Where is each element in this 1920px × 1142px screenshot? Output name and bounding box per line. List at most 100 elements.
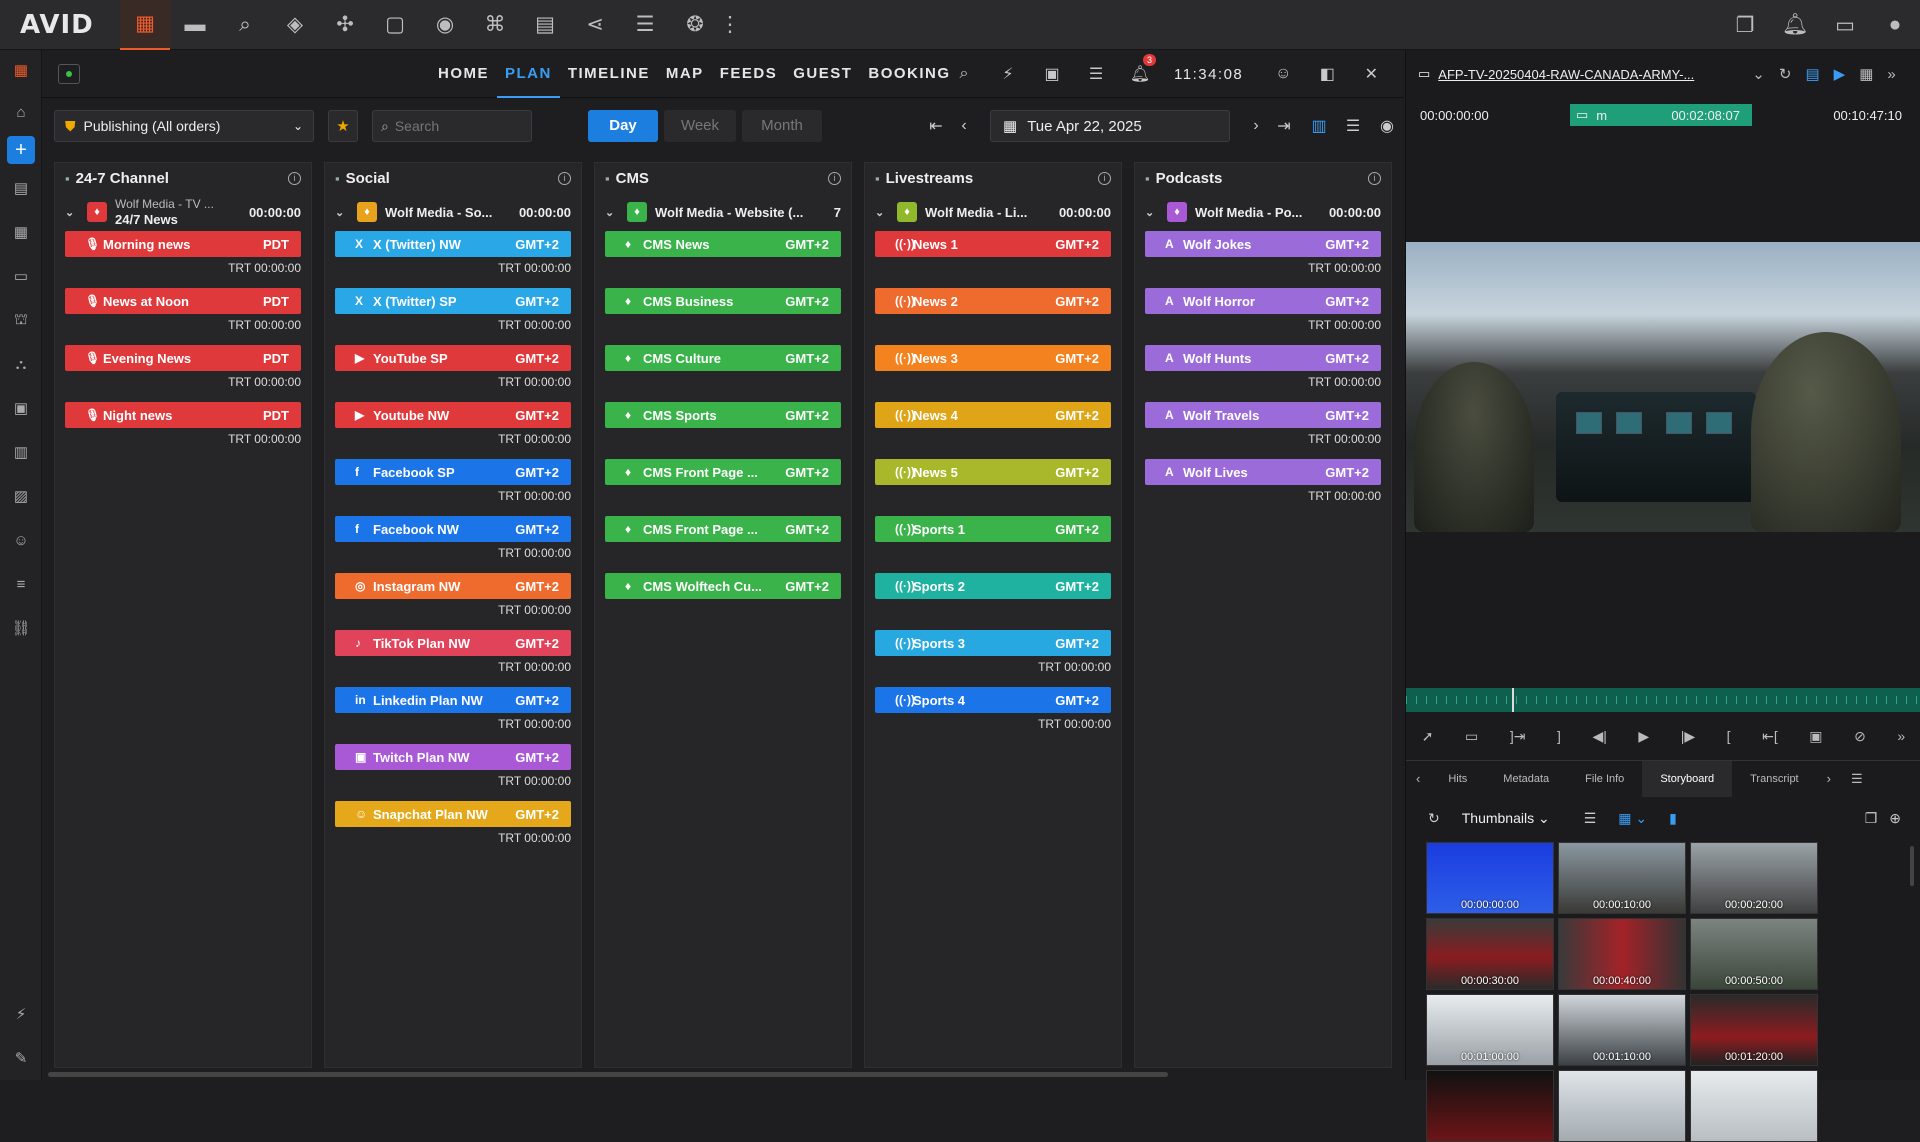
inbox-icon[interactable]: ▭ bbox=[1820, 0, 1870, 50]
split-icon[interactable]: ▦ bbox=[1859, 65, 1873, 83]
prev-day-icon[interactable]: ‹ bbox=[950, 117, 978, 135]
home-icon[interactable]: ⌂ bbox=[0, 90, 42, 134]
playhead[interactable] bbox=[1512, 688, 1514, 712]
mark-out-icon[interactable]: ] bbox=[1557, 728, 1561, 744]
tab-transcript[interactable]: Transcript bbox=[1732, 773, 1817, 785]
video-frame[interactable] bbox=[1406, 242, 1920, 532]
layout-icon[interactable]: ◧ bbox=[1305, 64, 1349, 84]
plan-item-news-3[interactable]: ((·)) News 3 GMT+2 bbox=[875, 345, 1111, 371]
group-row[interactable]: ⌄ ♦ Wolf Media - Website (... 7 bbox=[595, 193, 851, 231]
mark-in-icon[interactable]: [ bbox=[1727, 728, 1731, 744]
plan-item-youtube-nw[interactable]: ▶ Youtube NW GMT+2 bbox=[335, 402, 571, 428]
storyboard-thumbnail[interactable]: 00:00:10:00 bbox=[1558, 842, 1686, 914]
record-icon[interactable]: ◉ bbox=[420, 0, 470, 50]
folder-icon[interactable]: ▬ bbox=[170, 0, 220, 50]
nav-search-icon[interactable]: ⌕ bbox=[942, 65, 986, 83]
app-plan-icon[interactable]: ▦ bbox=[0, 50, 42, 90]
storyboard-thumbnail[interactable]: 00:00:00:00 bbox=[1426, 842, 1554, 914]
storyboard-thumbnail[interactable]: 00:00:30:00 bbox=[1426, 918, 1554, 990]
folder-rail-icon[interactable]: ▭ bbox=[0, 254, 42, 298]
day-view-button[interactable]: Day bbox=[588, 110, 658, 142]
plan-item-cms-front-page[interactable]: ♦ CMS Front Page ... GMT+2 bbox=[605, 516, 841, 542]
notifications-icon[interactable]: 🔔︎ 3 bbox=[1118, 54, 1162, 84]
columns-view-icon[interactable]: ▥ bbox=[1302, 116, 1336, 136]
plan-item-youtube-sp[interactable]: ▶ YouTube SP GMT+2 bbox=[335, 345, 571, 371]
mute-icon[interactable]: ⊘ bbox=[1854, 728, 1866, 745]
notes-icon[interactable]: ▤ bbox=[520, 0, 570, 50]
clipboard-icon[interactable]: ▣ bbox=[0, 386, 42, 430]
storyboard-thumbnail[interactable]: 00:00:50:00 bbox=[1690, 918, 1818, 990]
camera-icon[interactable]: ▨ bbox=[0, 474, 42, 518]
first-page-icon[interactable]: ⇤ bbox=[922, 116, 950, 136]
plan-item-cms-news[interactable]: ♦ CMS News GMT+2 bbox=[605, 231, 841, 257]
storyboard-thumbnail[interactable]: 00:00:40:00 bbox=[1558, 918, 1686, 990]
close-icon[interactable]: ✕ bbox=[1349, 64, 1393, 84]
storyboard-thumbnail[interactable]: 00:01:00:00 bbox=[1426, 994, 1554, 1066]
nav-map[interactable]: MAP bbox=[658, 50, 712, 98]
orders-dropdown[interactable]: ⛊ Publishing (All orders) ⌄ bbox=[54, 110, 314, 142]
info-icon[interactable]: i bbox=[1098, 171, 1111, 185]
document-icon[interactable]: ▤ bbox=[0, 166, 42, 210]
info-icon[interactable]: i bbox=[828, 171, 841, 185]
nav-timeline[interactable]: TIMELINE bbox=[560, 50, 658, 98]
storyboard-thumbnail[interactable]: 00:01:10:00 bbox=[1558, 994, 1686, 1066]
eye-icon[interactable]: ◉ bbox=[1370, 116, 1404, 136]
add-icon[interactable]: + bbox=[7, 136, 35, 164]
play-icon[interactable]: ▶ bbox=[1638, 728, 1649, 745]
plan-item-news-5[interactable]: ((·)) News 5 GMT+2 bbox=[875, 459, 1111, 485]
chevron-down-icon[interactable]: ⌄ bbox=[605, 206, 623, 219]
user-icon[interactable]: ● bbox=[1870, 0, 1920, 50]
list-view-icon[interactable]: ☰ bbox=[1336, 116, 1370, 136]
storyboard-thumbnail[interactable] bbox=[1690, 1070, 1818, 1142]
settings-wheel-icon[interactable]: ❂ bbox=[670, 0, 720, 50]
storyboard-thumbnail[interactable]: 00:00:20:00 bbox=[1690, 842, 1818, 914]
month-view-button[interactable]: Month bbox=[742, 110, 822, 142]
group-row[interactable]: ⌄ ♦ Wolf Media - So... 00:00:00 bbox=[325, 193, 581, 231]
plan-item-wolf-horror[interactable]: A Wolf Horror GMT+2 bbox=[1145, 288, 1381, 314]
menu-icon[interactable]: ☰ bbox=[1841, 771, 1873, 787]
user-settings-icon[interactable]: ☺ bbox=[1261, 65, 1305, 83]
sequence-icon[interactable]: ☰ bbox=[620, 0, 670, 50]
contacts-icon[interactable]: ▣ bbox=[1030, 64, 1074, 84]
plan-item-instagram-nw[interactable]: ◎ Instagram NW GMT+2 bbox=[335, 573, 571, 599]
nav-feeds[interactable]: FEEDS bbox=[712, 50, 786, 98]
step-forward-icon[interactable]: |▶ bbox=[1681, 728, 1695, 745]
group-row[interactable]: ⌄ ♦ Wolf Media - Po... 00:00:00 bbox=[1135, 193, 1391, 231]
plan-item-twitch-plan-nw[interactable]: ▣ Twitch Plan NW GMT+2 bbox=[335, 744, 571, 770]
storyboard-scrollbar[interactable] bbox=[1910, 846, 1914, 886]
tools-icon[interactable]: ◈ bbox=[270, 0, 320, 50]
plan-item-morning-news[interactable]: 🎙 Morning news PDT bbox=[65, 231, 301, 257]
plan-item-evening-news[interactable]: 🎙 Evening News PDT bbox=[65, 345, 301, 371]
clip-icon[interactable]: ▭ bbox=[1465, 728, 1478, 745]
tc-current-box[interactable]: ▭ m 00:02:08:07 bbox=[1570, 104, 1752, 126]
chevron-down-icon[interactable]: ⌄ bbox=[65, 206, 83, 219]
chevron-down-icon[interactable]: ⌄ bbox=[875, 206, 893, 219]
nav-home[interactable]: HOME bbox=[430, 50, 497, 98]
tabs-next-icon[interactable]: › bbox=[1817, 771, 1841, 786]
chevron-down-icon[interactable]: ⌄ bbox=[1752, 65, 1765, 83]
date-picker[interactable]: ▦ Tue Apr 22, 2025 bbox=[990, 110, 1230, 142]
player-icon[interactable]: ▶ bbox=[1834, 65, 1846, 83]
nav-guest[interactable]: GUEST bbox=[785, 50, 860, 98]
fullscreen-icon[interactable]: ▣ bbox=[1809, 728, 1822, 745]
calendar-icon[interactable]: ▦ bbox=[0, 210, 42, 254]
storyboard-thumbnail[interactable] bbox=[1426, 1070, 1554, 1142]
plan-item-sports-1[interactable]: ((·)) Sports 1 GMT+2 bbox=[875, 516, 1111, 542]
storyboard-thumbnail[interactable]: 00:01:20:00 bbox=[1690, 994, 1818, 1066]
grid-mode-icon[interactable]: ▦ ⌄ bbox=[1618, 810, 1647, 827]
plan-item-cms-culture[interactable]: ♦ CMS Culture GMT+2 bbox=[605, 345, 841, 371]
plan-item-news-4[interactable]: ((·)) News 4 GMT+2 bbox=[875, 402, 1111, 428]
last-page-icon[interactable]: ⇥ bbox=[1270, 116, 1298, 136]
tabs-prev-icon[interactable]: ‹ bbox=[1406, 771, 1430, 786]
atom-icon[interactable]: ✣ bbox=[320, 0, 370, 50]
send-icon[interactable]: ➚ bbox=[1422, 728, 1434, 745]
window-icon[interactable]: ❐ bbox=[1720, 0, 1770, 50]
plan-item-cms-sports[interactable]: ♦ CMS Sports GMT+2 bbox=[605, 402, 841, 428]
refresh-icon[interactable]: ↻ bbox=[1779, 65, 1792, 83]
nav-plan[interactable]: PLAN bbox=[497, 50, 560, 98]
more-transport-icon[interactable]: » bbox=[1897, 728, 1905, 744]
share-icon[interactable]: ⋖ bbox=[570, 0, 620, 50]
status-indicator[interactable] bbox=[58, 64, 80, 84]
scrub-timeline[interactable] bbox=[1406, 688, 1920, 712]
plan-item-facebook-nw[interactable]: f Facebook NW GMT+2 bbox=[335, 516, 571, 542]
